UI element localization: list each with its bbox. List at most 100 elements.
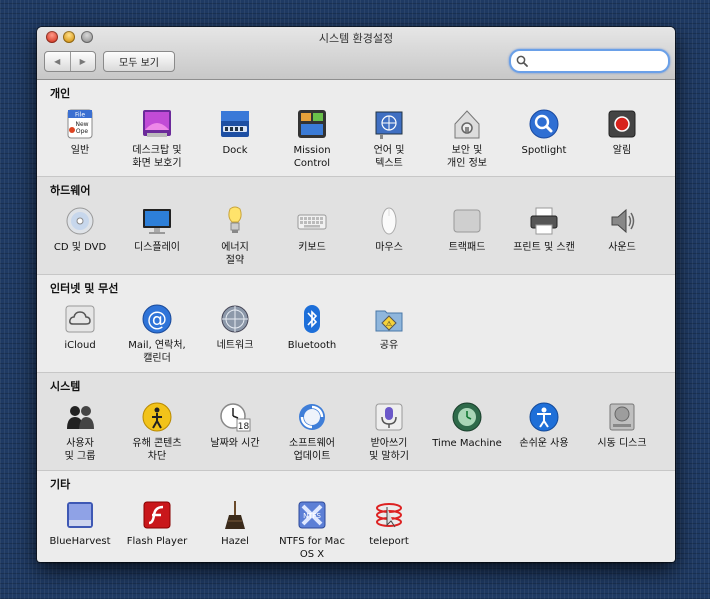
pref-pane-mail[interactable]: @ Mail, 연락처, 캘린더 <box>117 303 197 365</box>
ntfs-icon: NTFS <box>298 501 326 529</box>
flash-icon <box>143 501 171 529</box>
security-icon <box>454 110 480 139</box>
pref-pane-clock[interactable]: 18 날짜와 시간 <box>195 401 275 450</box>
pref-pane-time-machine[interactable]: Time Machine <box>427 401 507 450</box>
pref-pane-ntfs[interactable]: NTFS NTFS for Mac OS X <box>272 499 352 561</box>
pref-pane-energy[interactable]: 에너지 절약 <box>195 205 275 267</box>
svg-text:New: New <box>75 121 88 128</box>
section-0: 개인 File New Ope 일반 데스크탑 및 화면 보호기 Dock Mission C… <box>37 80 675 177</box>
energy-icon <box>228 206 242 233</box>
pref-pane-sound[interactable]: 사운드 <box>582 205 662 254</box>
pref-pane-startup-disk[interactable]: 시동 디스크 <box>582 401 662 450</box>
pref-pane-hazel[interactable]: Hazel <box>195 499 275 548</box>
pref-pane-parental[interactable]: 유해 콘텐츠 차단 <box>117 401 197 463</box>
pref-pane-icloud[interactable]: iCloud <box>40 303 120 352</box>
pref-pane-display[interactable]: 디스플레이 <box>117 205 197 254</box>
network-icon <box>221 305 249 333</box>
spotlight-icon <box>529 109 559 139</box>
forward-button[interactable]: ▶ <box>69 52 96 71</box>
cd-icon <box>66 207 94 235</box>
pref-pane-label: 일반 <box>70 145 90 156</box>
pref-pane-network[interactable]: 네트워크 <box>195 303 275 352</box>
section-1: 하드웨어 CD 및 DVD 디스플레이 에너지 절약 키보드 마우스 트랙패드 프린트 및 스… <box>37 177 675 275</box>
pref-pane-flash[interactable]: Flash Player <box>117 499 197 548</box>
mail-icon: @ <box>142 304 172 334</box>
pref-pane-label: BlueHarvest <box>49 536 111 547</box>
pref-pane-dictation[interactable]: 받아쓰기 및 말하기 <box>349 401 429 463</box>
pref-pane-label: 보안 및 개인 정보 <box>447 145 487 169</box>
pref-pane-label: 네트워크 <box>216 340 254 351</box>
section-3: 시스템 사용자 및 그룹 유해 콘텐츠 차단 18 날짜와 시간 소프트웨어 업데이트 받아… <box>37 373 675 471</box>
pref-pane-label: 프린트 및 스캔 <box>513 242 575 253</box>
pref-pane-label: 손쉬운 사용 <box>519 438 569 449</box>
keyboard-icon <box>297 214 327 230</box>
pref-pane-keyboard[interactable]: 키보드 <box>272 205 352 254</box>
section-title: 기타 <box>50 478 71 491</box>
show-all-button[interactable]: 모두 보기 <box>103 51 175 72</box>
svg-text:Ope: Ope <box>76 128 89 135</box>
pref-pane-mouse[interactable]: 마우스 <box>349 205 429 254</box>
time-machine-icon <box>452 402 482 432</box>
search-input[interactable] <box>531 55 651 67</box>
pref-pane-accessibility[interactable]: 손쉬운 사용 <box>504 401 584 450</box>
icloud-icon <box>65 305 95 333</box>
pref-pane-label: Spotlight <box>521 145 567 156</box>
magnifier-icon <box>516 55 528 67</box>
clock-icon: 18 <box>220 403 251 432</box>
pref-pane-bluetooth[interactable]: Bluetooth <box>272 303 352 352</box>
pref-pane-label: 받아쓰기 및 말하기 <box>369 438 409 462</box>
accessibility-icon <box>529 402 559 432</box>
pref-pane-general[interactable]: File New Ope 일반 <box>40 108 120 157</box>
pref-pane-mission-control[interactable]: Mission Control <box>272 108 352 170</box>
window-title: 시스템 환경설정 <box>318 32 394 45</box>
svg-text:File: File <box>75 112 85 119</box>
pref-pane-label: 데스크탑 및 화면 보호기 <box>132 145 182 169</box>
pref-pane-label: Mail, 연락처, 캘린더 <box>128 340 186 364</box>
startup-disk-icon <box>609 403 635 431</box>
pref-pane-teleport[interactable]: teleport <box>349 499 429 548</box>
pref-pane-update[interactable]: 소프트웨어 업데이트 <box>272 401 352 463</box>
pref-pane-trackpad[interactable]: 트랙패드 <box>427 205 507 254</box>
users-icon <box>67 406 94 429</box>
pref-pane-language[interactable]: 언어 및 텍스트 <box>349 108 429 170</box>
pref-pane-label: 유해 콘텐츠 차단 <box>132 438 182 462</box>
pref-pane-desktop[interactable]: 데스크탑 및 화면 보호기 <box>117 108 197 170</box>
pref-pane-label: Mission Control <box>293 145 331 169</box>
pref-pane-label: 트랙패드 <box>448 242 486 253</box>
pref-pane-notifications[interactable]: 알림 <box>582 108 662 157</box>
pref-pane-label: 마우스 <box>375 242 403 253</box>
pref-pane-label: CD 및 DVD <box>53 242 107 253</box>
svg-text:18: 18 <box>238 422 250 432</box>
section-title: 개인 <box>50 87 71 100</box>
trackpad-icon <box>453 209 481 233</box>
dictation-icon <box>375 403 403 431</box>
pref-pane-label: Flash Player <box>126 536 188 547</box>
pref-pane-blueharvest[interactable]: BlueHarvest <box>40 499 120 548</box>
pref-pane-cd[interactable]: CD 및 DVD <box>40 205 120 254</box>
back-button[interactable]: ◀ <box>45 52 70 71</box>
pref-pane-sharing[interactable]: ⚠ 공유 <box>349 303 429 352</box>
bluetooth-icon <box>304 305 320 333</box>
section-title: 인터넷 및 무선 <box>50 282 119 295</box>
pref-pane-label: 에너지 절약 <box>221 242 249 266</box>
printer-icon <box>530 207 558 235</box>
language-icon <box>375 111 403 139</box>
parental-icon <box>142 402 172 432</box>
section-title: 하드웨어 <box>50 184 91 197</box>
search-field[interactable] <box>509 49 670 73</box>
pref-pane-security[interactable]: 보안 및 개인 정보 <box>427 108 507 170</box>
pref-pane-printer[interactable]: 프린트 및 스캔 <box>504 205 584 254</box>
pref-pane-label: 사운드 <box>608 242 636 253</box>
pref-pane-label: iCloud <box>64 340 96 351</box>
general-icon: File NewOpe <box>67 109 93 139</box>
section-2: 인터넷 및 무선 iCloud @ Mail, 연락처, 캘린더 네트워크 Bluetoo… <box>37 275 675 373</box>
pref-pane-spotlight[interactable]: Spotlight <box>504 108 584 157</box>
pref-pane-users[interactable]: 사용자 및 그룹 <box>40 401 120 463</box>
pref-pane-label: Time Machine <box>432 438 502 449</box>
pref-pane-dock[interactable]: Dock <box>195 108 275 157</box>
pref-pane-label: Bluetooth <box>287 340 337 351</box>
pref-pane-label: 시동 디스크 <box>597 438 647 449</box>
section-4: 기타 BlueHarvest Flash Player Hazel NTFS NTFS f… <box>37 471 675 562</box>
dock-icon <box>221 111 249 137</box>
hazel-icon <box>225 501 245 529</box>
